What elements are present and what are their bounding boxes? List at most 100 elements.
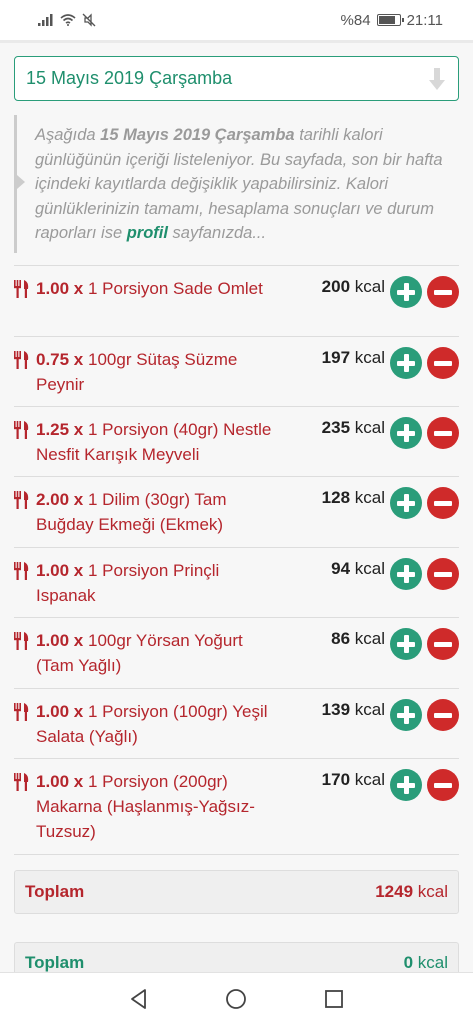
decrease-button[interactable] (427, 347, 459, 379)
profile-link[interactable]: profil (127, 224, 168, 242)
entry-row: 0.75 x 100gr Sütaş Süzme Peynir 197 kcal (14, 337, 459, 407)
entry-kcal-unit: kcal (354, 629, 385, 648)
entry-kcal: 128 kcal (322, 488, 385, 508)
entry-row: 1.00 x 1 Porsiyon Prinçli Ispanak 94 kcal (14, 548, 459, 618)
entry-kcal-value: 128 (321, 488, 351, 507)
back-icon (130, 988, 146, 1009)
entry-text: 1.00 x 1 Porsiyon Prinçli Ispanak (36, 558, 282, 608)
decrease-button[interactable] (427, 769, 459, 801)
decrease-button[interactable] (427, 487, 459, 519)
increase-button[interactable] (390, 417, 422, 449)
minus-icon (434, 430, 452, 436)
signal-icon (38, 14, 53, 26)
entry-kcal-value: 200 (321, 277, 351, 296)
fork-knife-icon (14, 491, 29, 509)
increase-button[interactable] (390, 628, 422, 660)
home-icon (226, 988, 247, 1009)
entry-quantity: 1.00 x (36, 279, 84, 298)
decrease-button[interactable] (427, 276, 459, 308)
entry-kcal-unit: kcal (354, 700, 385, 719)
decrease-button[interactable] (427, 417, 459, 449)
increase-button[interactable] (390, 558, 422, 590)
entry-row: 1.00 x 100gr Yörsan Yoğurt (Tam Yağlı) 86… (14, 618, 459, 689)
minus-icon (434, 571, 452, 577)
plus-icon-stroke (403, 776, 409, 794)
entry-list: 1.00 x 1 Porsiyon Sade Omlet 200 kcal 0.75… (14, 265, 459, 855)
battery-text: %84 (340, 11, 371, 29)
entry-kcal-value: 86 (331, 629, 351, 648)
arrow-down-icon (429, 67, 445, 90)
entry-kcal: 170 kcal (322, 770, 385, 790)
plus-icon-stroke (403, 706, 409, 724)
home-button[interactable] (224, 987, 248, 1011)
increase-button[interactable] (390, 699, 422, 731)
total-consumed-label: Toplam (25, 882, 85, 901)
minus-icon (434, 289, 452, 295)
info-date: 15 Mayıs 2019 Çarşamba (100, 126, 295, 144)
fork-knife-icon (14, 703, 29, 721)
fork-knife-icon (14, 632, 29, 650)
entry-row: 1.00 x 1 Porsiyon (200gr) Makarna (Haşla… (14, 759, 459, 855)
entry-quantity: 1.00 x (36, 561, 84, 580)
total-burned-number: 0 (403, 952, 414, 972)
status-right: %84 21:11 (341, 12, 443, 29)
entry-kcal: 200 kcal (322, 277, 385, 297)
status-bar: %84 21:11 (0, 0, 473, 40)
entry-kcal-value: 139 (321, 700, 351, 719)
fork-knife-icon (14, 421, 29, 439)
battery-icon (376, 14, 404, 26)
entry-row: 1.25 x 1 Porsiyon (40gr) Nestle Nesfit K… (14, 407, 459, 477)
total-consumed-row: Toplam 1249 kcal (14, 870, 459, 914)
entry-quantity: 1.00 x (36, 702, 84, 721)
date-select[interactable]: 15 Mayıs 2019 Çarşamba (14, 56, 459, 101)
decrease-button[interactable] (427, 558, 459, 590)
clock: 21:11 (406, 11, 443, 29)
plus-icon-stroke (403, 424, 409, 442)
total-burned-value: 0 kcal (404, 953, 448, 973)
entry-name: 1 Porsiyon Sade Omlet (88, 279, 263, 298)
entry-kcal: 197 kcal (322, 348, 385, 368)
fork-knife-icon (14, 562, 29, 580)
increase-button[interactable] (390, 347, 422, 379)
status-left (38, 13, 96, 27)
fork-knife-icon (14, 351, 29, 369)
entry-kcal: 86 kcal (331, 629, 385, 649)
entry-quantity: 1.25 x (36, 420, 84, 439)
fork-knife-icon (14, 280, 29, 298)
entry-kcal: 139 kcal (322, 700, 385, 720)
entry-row: 2.00 x 1 Dilim (30gr) Tam Buğday Ekmeği … (14, 477, 459, 548)
entry-kcal-value: 94 (331, 559, 351, 578)
info-text-part3: sayfanızda... (167, 224, 267, 242)
entry-kcal-value: 170 (321, 770, 351, 789)
navigation-bar (0, 972, 473, 1024)
entry-kcal-unit: kcal (354, 559, 385, 578)
recents-button[interactable] (322, 987, 346, 1011)
quote-marker (17, 175, 25, 189)
wifi-icon (60, 14, 76, 26)
entry-kcal-unit: kcal (354, 277, 385, 296)
plus-icon-stroke (403, 354, 409, 372)
increase-button[interactable] (390, 487, 422, 519)
entry-quantity: 0.75 x (36, 350, 84, 369)
increase-button[interactable] (390, 276, 422, 308)
total-consumed-value: 1249 kcal (375, 882, 448, 902)
entry-text: 0.75 x 100gr Sütaş Süzme Peynir (36, 347, 282, 397)
total-burned-label: Toplam (25, 952, 85, 972)
entry-kcal-unit: kcal (354, 488, 385, 507)
decrease-button[interactable] (427, 628, 459, 660)
date-select-value: 15 Mayıs 2019 Çarşamba (26, 68, 233, 88)
back-button[interactable] (127, 987, 151, 1011)
info-text-part1: Aşağıda (35, 126, 101, 144)
entry-kcal-unit: kcal (354, 418, 385, 437)
entry-row: 1.00 x 1 Porsiyon Sade Omlet 200 kcal (14, 266, 459, 337)
entry-kcal: 235 kcal (322, 418, 385, 438)
minus-icon (434, 500, 452, 506)
increase-button[interactable] (390, 769, 422, 801)
total-consumed-number: 1249 (375, 882, 414, 901)
entry-row: 1.00 x 1 Porsiyon (100gr) Yeşil Salata (… (14, 689, 459, 759)
decrease-button[interactable] (427, 699, 459, 731)
plus-icon-stroke (403, 494, 409, 512)
plus-icon-stroke (403, 565, 409, 583)
plus-icon-stroke (403, 635, 409, 653)
entry-kcal-value: 197 (321, 348, 351, 367)
